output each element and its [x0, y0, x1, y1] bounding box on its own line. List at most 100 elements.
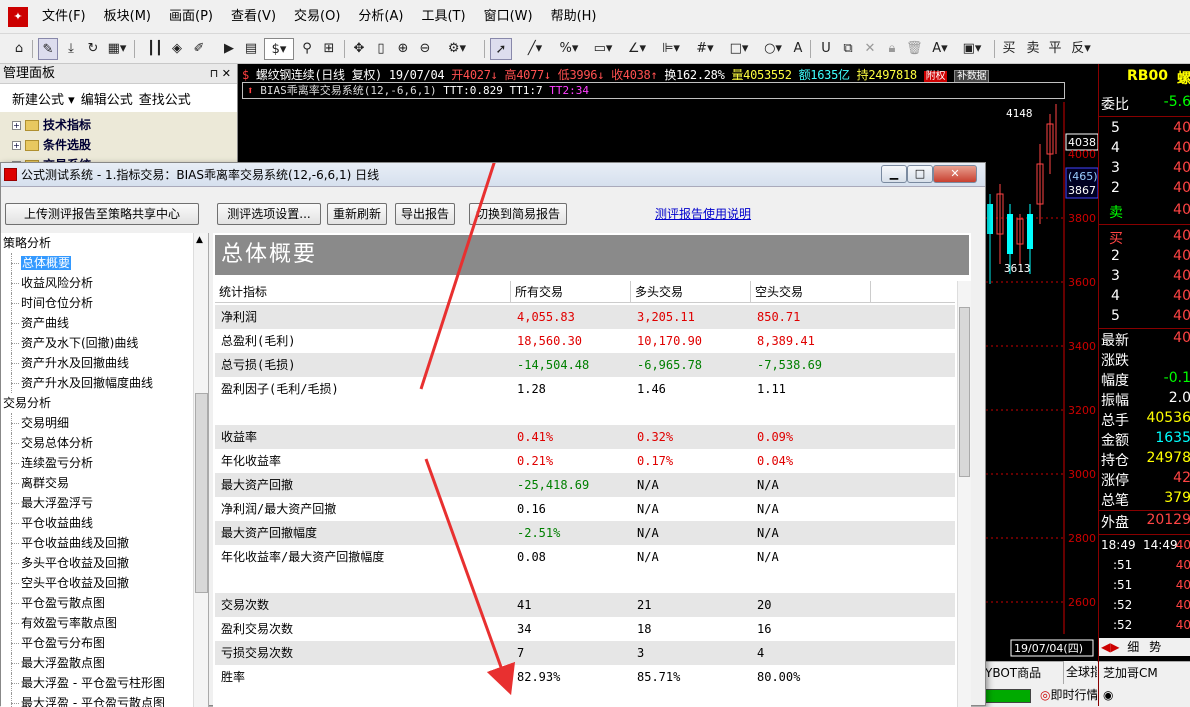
grid-tool-icon[interactable]: #▾ [692, 38, 718, 60]
col-header-short[interactable]: 空头交易 [751, 281, 871, 302]
sell-button[interactable]: 卖 [1024, 38, 1042, 60]
report-help-link[interactable]: 测评报告使用说明 [655, 203, 751, 225]
menu-file[interactable]: 文件(F) [33, 0, 95, 34]
close-position-button[interactable]: 平 [1046, 38, 1064, 60]
nav-item[interactable]: 最大浮盈 - 平仓盈亏柱形图 [1, 673, 208, 693]
lock-icon[interactable]: 🔒︎ [884, 38, 900, 60]
nav-item[interactable]: 离群交易 [1, 473, 208, 493]
refresh-button[interactable]: 重新刷新 [327, 203, 387, 225]
buy-button[interactable]: 买 [1000, 38, 1018, 60]
move-icon[interactable]: ✥ [350, 38, 368, 60]
refresh-icon[interactable]: ↻ [84, 38, 102, 60]
table-row[interactable]: 亏损交易次数 7 3 4 [215, 641, 955, 665]
menu-block[interactable]: 板块(M) [95, 0, 160, 34]
fib-tool-icon[interactable]: ⊫▾ [658, 38, 684, 60]
zoom-in-icon[interactable]: ⊕ [394, 38, 412, 60]
kline-icon[interactable]: ┃┃ [146, 38, 164, 60]
nav-scrollbar[interactable]: ▲ [193, 233, 208, 707]
trash-icon[interactable]: 🗑︎ [906, 38, 923, 60]
ellipse-tool-icon[interactable]: ○▾ [760, 38, 786, 60]
table-row[interactable]: 盈利因子(毛利/毛损) 1.28 1.46 1.11 [215, 377, 955, 401]
rect-tool-icon[interactable]: □▾ [726, 38, 752, 60]
table-row[interactable]: 净利润/最大资产回撤 0.16 N/A N/A [215, 497, 955, 521]
tree-node-technical[interactable]: + 技术指标 [12, 115, 237, 135]
nav-item[interactable]: 有效盈亏率散点图 [1, 613, 208, 633]
menu-trade[interactable]: 交易(O) [285, 0, 349, 34]
find-formula-button[interactable]: 查找公式 [139, 89, 191, 108]
export-report-button[interactable]: 导出报告 [395, 203, 455, 225]
dialog-titlebar[interactable]: 公式测试系统 - 1.指标交易：BIAS乖离率交易系统(12,-6,6,1) 日… [1, 163, 985, 187]
settings-icon[interactable]: ⚙▾ [444, 38, 470, 60]
save-icon[interactable]: ▣▾ [960, 38, 984, 60]
table-row[interactable]: 总盈利(毛利) 18,560.30 10,170.90 8,389.41 [215, 329, 955, 353]
switch-simple-report-button[interactable]: 切换到简易报告 [469, 203, 567, 225]
angle-tool-icon[interactable]: ∠▾ [624, 38, 650, 60]
report-scrollbar[interactable] [957, 281, 971, 707]
document-icon[interactable]: ▤ [242, 38, 260, 60]
table-row[interactable]: 交易次数 41 21 20 [215, 593, 955, 617]
nav-item[interactable]: 收益风险分析 [1, 273, 208, 293]
prev-next-icons[interactable]: ◀▶ [1101, 640, 1119, 654]
home-icon[interactable]: ⌂ [10, 38, 28, 60]
nav-item[interactable]: 连续盈亏分析 [1, 453, 208, 473]
upload-report-button[interactable]: 上传测评报告至策略共享中心 [5, 203, 199, 225]
menu-view-screen[interactable]: 画面(P) [160, 0, 222, 34]
menu-tools[interactable]: 工具(T) [412, 0, 474, 34]
nav-item[interactable]: 空头平仓收益及回撤 [1, 573, 208, 593]
filter-icon[interactable]: ⚲ [298, 38, 316, 60]
table-row[interactable]: 总亏损(毛损) -14,504.48 -6,965.78 -7,538.69 [215, 353, 955, 377]
minimize-button[interactable]: ▁ [881, 165, 907, 183]
percent-tool-icon[interactable]: %▾ [556, 38, 582, 60]
maximize-button[interactable]: □ [907, 165, 933, 183]
test-settings-button[interactable]: 测评选项设置... [217, 203, 321, 225]
line-tool-icon[interactable]: ╱▾ [522, 38, 548, 60]
tab-detail[interactable]: 细 [1127, 640, 1139, 654]
nav-item[interactable]: 资产升水及回撤幅度曲线 [1, 373, 208, 393]
new-formula-button[interactable]: 新建公式 ▾ [6, 89, 75, 108]
delete-icon[interactable]: ✕ [862, 38, 878, 60]
ruler-tool-icon[interactable]: ▭▾ [590, 38, 616, 60]
zoom-out-icon[interactable]: ⊖ [416, 38, 434, 60]
tab-global-index[interactable]: 全球指数 [1063, 661, 1097, 684]
table-row[interactable]: 收益率 0.41% 0.32% 0.09% [215, 425, 955, 449]
menu-help[interactable]: 帮助(H) [542, 0, 606, 34]
cursor-icon[interactable]: ➚ [490, 38, 512, 60]
download-icon[interactable]: ⤓ [62, 38, 80, 60]
edit-icon[interactable]: ✐ [190, 38, 208, 60]
table-row[interactable]: 年化收益率/最大资产回撤幅度 0.08 N/A N/A [215, 545, 955, 569]
split-icon[interactable]: ⊞ [320, 38, 338, 60]
tab-chicago[interactable]: 芝加哥CM [1103, 666, 1158, 680]
menu-view[interactable]: 查看(V) [222, 0, 285, 34]
nav-item[interactable]: 资产曲线 [1, 313, 208, 333]
status-realtime[interactable]: ◎即时行情... [1040, 684, 1097, 706]
table-row[interactable]: 最大资产回撤幅度 -2.51% N/A N/A [215, 521, 955, 545]
nav-item[interactable]: 资产及水下(回撤)曲线 [1, 333, 208, 353]
menu-window[interactable]: 窗口(W) [475, 0, 542, 34]
nav-item[interactable]: 平仓盈亏散点图 [1, 593, 208, 613]
close-button[interactable]: ✕ [933, 165, 977, 183]
nav-item[interactable]: 总体概要 [1, 253, 208, 273]
col-header-all[interactable]: 所有交易 [511, 281, 631, 302]
nav-item[interactable]: 最大浮盈 - 平仓盈亏散点图 [1, 693, 208, 707]
magnet-icon[interactable]: U [818, 38, 834, 60]
nav-item[interactable]: 最大浮盈散点图 [1, 653, 208, 673]
table-row[interactable]: 净利润 4,055.83 3,205.11 850.71 [215, 305, 955, 329]
nav-item[interactable]: 平仓收益曲线 [1, 513, 208, 533]
reverse-button[interactable]: 反▾ [1068, 38, 1094, 60]
table-row[interactable]: 年化收益率 0.21% 0.17% 0.04% [215, 449, 955, 473]
nav-item[interactable]: 时间仓位分析 [1, 293, 208, 313]
tab-ybot[interactable]: YBOT商品 [985, 666, 1041, 680]
nav-item[interactable]: 交易明细 [1, 413, 208, 433]
tree-node-screening[interactable]: + 条件选股 [12, 135, 237, 155]
col-header-metric[interactable]: 统计指标 [215, 281, 511, 302]
grid-layout-icon[interactable]: ▦▾ [106, 38, 128, 60]
currency-dropdown[interactable]: $▾ [264, 38, 294, 60]
column-icon[interactable]: ▯ [372, 38, 390, 60]
panel-pin-close-icons[interactable]: ⊓ ✕ [210, 64, 231, 84]
table-row[interactable]: 最大资产回撤 -25,418.69 N/A N/A [215, 473, 955, 497]
nav-item[interactable]: 资产升水及回撤曲线 [1, 353, 208, 373]
edit-formula-button[interactable]: 编辑公式 [81, 89, 133, 108]
table-row[interactable]: 盈利交易次数 34 18 16 [215, 617, 955, 641]
font-color-icon[interactable]: A▾ [928, 38, 952, 60]
diamond-icon[interactable]: ◈ [168, 38, 186, 60]
